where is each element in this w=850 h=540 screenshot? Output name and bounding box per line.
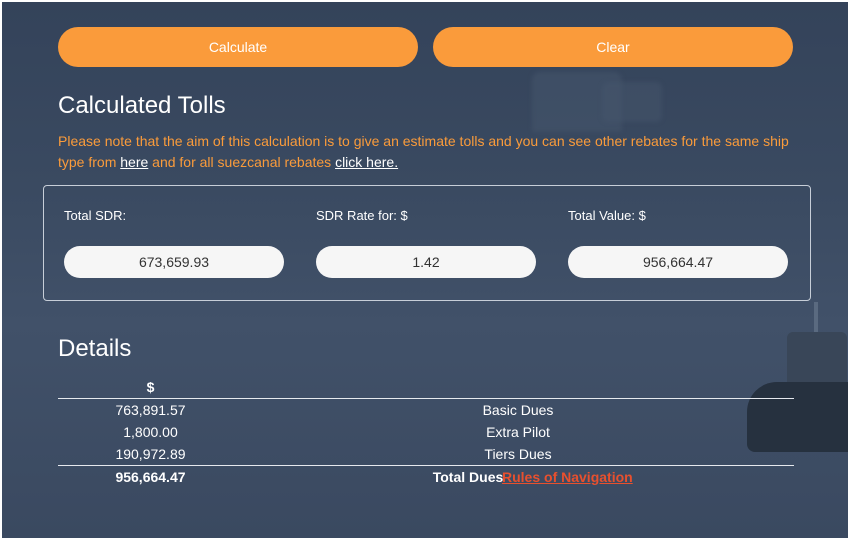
details-table: $ 763,891.57 Basic Dues 1,800.00 Extra P…	[58, 376, 794, 488]
clear-button[interactable]: Clear	[433, 27, 793, 67]
amount-cell: 1,800.00	[123, 424, 178, 440]
currency-header: $	[146, 379, 155, 395]
total-amount-cell: 956,664.47	[115, 469, 186, 485]
calculator-panel: Calculate Clear Calculated Tolls Please …	[2, 2, 848, 538]
note-text: and for all suezcanal rebates	[148, 154, 336, 170]
table-row: 1,800.00 Extra Pilot	[58, 421, 794, 443]
total-sdr-field: 673,659.93	[64, 246, 284, 278]
total-value-label: Total Value: $	[568, 208, 646, 223]
rules-of-navigation-link[interactable]: Rules of Navigation	[502, 466, 633, 488]
table-row: 763,891.57 Basic Dues	[58, 399, 794, 421]
due-name-cell: Basic Dues	[482, 402, 554, 418]
table-header-row: $	[58, 376, 794, 398]
total-row: 956,664.47 Total Dues Rules of Navigatio…	[58, 466, 794, 488]
amount-cell: 763,891.57	[115, 402, 186, 418]
same-ship-rebates-link[interactable]: here	[120, 154, 148, 170]
tolls-summary-box: Total SDR: SDR Rate for: $ Total Value: …	[43, 185, 811, 301]
sdr-rate-field: 1.42	[316, 246, 536, 278]
background-ship-image	[602, 82, 662, 122]
total-value-field: 956,664.47	[568, 246, 788, 278]
amount-cell: 190,972.89	[115, 446, 186, 462]
calculate-button[interactable]: Calculate	[58, 27, 418, 67]
details-heading: Details	[58, 335, 132, 362]
sdr-rate-label: SDR Rate for: $	[316, 208, 408, 223]
calculated-tolls-heading: Calculated Tolls	[58, 92, 226, 119]
tugboat-image	[787, 332, 847, 387]
table-row: 190,972.89 Tiers Dues	[58, 443, 794, 465]
due-name-cell: Extra Pilot	[486, 424, 550, 440]
all-rebates-link[interactable]: click here.	[335, 154, 398, 170]
rebate-note: Please note that the aim of this calcula…	[58, 131, 818, 173]
due-name-cell: Tiers Dues	[484, 446, 552, 462]
total-sdr-label: Total SDR:	[64, 208, 127, 223]
